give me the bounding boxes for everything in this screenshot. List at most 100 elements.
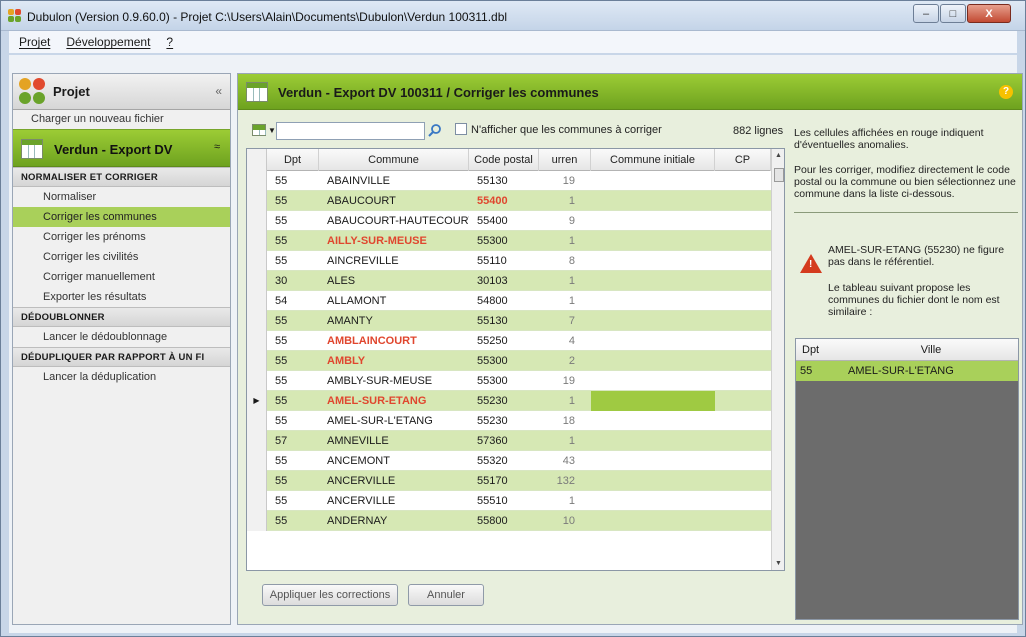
cell-commune-initiale[interactable] xyxy=(591,371,715,391)
cell-occurrences[interactable]: 18 xyxy=(539,411,591,431)
cell-cp-initial[interactable] xyxy=(715,451,771,471)
maximize-button[interactable]: □ xyxy=(940,4,966,23)
cell-commune[interactable]: AMBLAINCOURT xyxy=(319,331,469,351)
cell-commune-initiale[interactable] xyxy=(591,311,715,331)
col-occurrences[interactable]: urren xyxy=(539,149,591,171)
nav-lancer-dedoublonnage[interactable]: Lancer le dédoublonnage xyxy=(13,327,230,347)
row-selector[interactable] xyxy=(247,331,267,351)
cell-dpt[interactable]: 55 xyxy=(267,471,319,491)
cell-code-postal[interactable]: 55320 xyxy=(469,451,539,471)
cell-dpt[interactable]: 55 xyxy=(267,371,319,391)
row-selector[interactable] xyxy=(247,471,267,491)
apply-corrections-button[interactable]: Appliquer les corrections xyxy=(262,584,398,606)
cell-cp-initial[interactable] xyxy=(715,351,771,371)
nav-corriger-civilites[interactable]: Corriger les civilités xyxy=(13,247,230,267)
cell-occurrences[interactable]: 43 xyxy=(539,451,591,471)
row-selector[interactable] xyxy=(247,511,267,531)
menu-help[interactable]: ? xyxy=(160,33,179,51)
row-selector[interactable] xyxy=(247,351,267,371)
table-row[interactable]: 55 ABAINVILLE 55130 19 xyxy=(247,171,771,191)
cell-code-postal[interactable]: 55300 xyxy=(469,231,539,251)
cell-occurrences[interactable]: 19 xyxy=(539,171,591,191)
row-selector[interactable] xyxy=(247,451,267,471)
cancel-button[interactable]: Annuler xyxy=(408,584,484,606)
filter-checkbox-label[interactable]: N'afficher que les communes à corriger xyxy=(471,124,662,136)
cell-cp-initial[interactable] xyxy=(715,311,771,331)
row-selector[interactable] xyxy=(247,311,267,331)
cell-cp-initial[interactable] xyxy=(715,171,771,191)
cell-commune-initiale[interactable] xyxy=(591,451,715,471)
cell-cp-initial[interactable] xyxy=(715,271,771,291)
cell-dpt[interactable]: 55 xyxy=(267,451,319,471)
cell-occurrences[interactable]: 9 xyxy=(539,211,591,231)
table-scrollbar[interactable]: ▲ ▼ xyxy=(771,149,784,570)
cell-cp-initial[interactable] xyxy=(715,471,771,491)
cell-dpt[interactable]: 55 xyxy=(267,491,319,511)
cell-commune[interactable]: AMBLY-SUR-MEUSE xyxy=(319,371,469,391)
scroll-down-icon[interactable]: ▼ xyxy=(775,560,782,567)
table-row[interactable]: 55 AMBLAINCOURT 55250 4 xyxy=(247,331,771,351)
cell-cp-initial[interactable] xyxy=(715,491,771,511)
minimize-button[interactable]: – xyxy=(913,4,939,23)
cell-cp-initial[interactable] xyxy=(715,371,771,391)
suggestion-row[interactable]: 55 AMEL-SUR-L'ETANG xyxy=(796,361,1018,381)
cell-code-postal[interactable]: 55800 xyxy=(469,511,539,531)
cell-code-postal[interactable]: 55230 xyxy=(469,411,539,431)
row-selector[interactable]: ▶ xyxy=(247,391,267,411)
cell-cp-initial[interactable] xyxy=(715,511,771,531)
table-row[interactable]: 30 ALES 30103 1 xyxy=(247,271,771,291)
cell-cp-initial[interactable] xyxy=(715,291,771,311)
cell-dpt[interactable]: 30 xyxy=(267,271,319,291)
cell-occurrences[interactable]: 1 xyxy=(539,191,591,211)
cell-commune-initiale[interactable] xyxy=(591,331,715,351)
nav-lancer-deduplication[interactable]: Lancer la déduplication xyxy=(13,367,230,387)
table-row[interactable]: 55 ANCERVILLE 55170 132 xyxy=(247,471,771,491)
cell-dpt[interactable]: 55 xyxy=(267,411,319,431)
cell-commune-initiale[interactable] xyxy=(591,411,715,431)
cell-commune-initiale[interactable] xyxy=(591,291,715,311)
cell-commune-initiale[interactable] xyxy=(591,171,715,191)
cell-commune-initiale[interactable] xyxy=(591,271,715,291)
cell-commune[interactable]: ABAINVILLE xyxy=(319,171,469,191)
table-row[interactable]: 55 AMBLY 55300 2 xyxy=(247,351,771,371)
sugg-col-dpt[interactable]: Dpt xyxy=(796,339,844,360)
cell-commune-initiale[interactable] xyxy=(591,251,715,271)
table-row[interactable]: 55 AMBLY-SUR-MEUSE 55300 19 xyxy=(247,371,771,391)
col-code-postal[interactable]: Code postal xyxy=(469,149,539,171)
cell-occurrences[interactable]: 1 xyxy=(539,271,591,291)
sugg-col-ville[interactable]: Ville xyxy=(844,339,1018,360)
cell-occurrences[interactable]: 1 xyxy=(539,291,591,311)
table-row[interactable]: 55 ANDERNAY 55800 10 xyxy=(247,511,771,531)
cell-code-postal[interactable]: 57360 xyxy=(469,431,539,451)
cell-cp-initial[interactable] xyxy=(715,251,771,271)
cell-cp-initial[interactable] xyxy=(715,431,771,451)
cell-code-postal[interactable]: 54800 xyxy=(469,291,539,311)
cell-code-postal[interactable]: 55510 xyxy=(469,491,539,511)
cell-commune[interactable]: ALLAMONT xyxy=(319,291,469,311)
cell-commune[interactable]: ALES xyxy=(319,271,469,291)
table-row[interactable]: 55 AMANTY 55130 7 xyxy=(247,311,771,331)
cell-dpt[interactable]: 57 xyxy=(267,431,319,451)
row-selector[interactable] xyxy=(247,291,267,311)
cell-commune-initiale[interactable] xyxy=(591,231,715,251)
cell-occurrences[interactable]: 1 xyxy=(539,431,591,451)
cell-code-postal[interactable]: 55230 xyxy=(469,391,539,411)
cell-code-postal[interactable]: 55130 xyxy=(469,311,539,331)
cell-dpt[interactable]: 55 xyxy=(267,391,319,411)
cell-dpt[interactable]: 55 xyxy=(267,191,319,211)
col-commune[interactable]: Commune xyxy=(319,149,469,171)
cell-code-postal[interactable]: 55300 xyxy=(469,371,539,391)
cell-cp-initial[interactable] xyxy=(715,411,771,431)
menu-developpement[interactable]: Développement xyxy=(60,33,156,51)
cell-dpt[interactable]: 55 xyxy=(267,311,319,331)
nav-corriger-manuellement[interactable]: Corriger manuellement xyxy=(13,267,230,287)
scroll-up-icon[interactable]: ▲ xyxy=(775,152,782,159)
row-selector[interactable] xyxy=(247,411,267,431)
nav-corriger-communes[interactable]: Corriger les communes xyxy=(13,207,230,227)
table-row[interactable]: 55 AMEL-SUR-L'ETANG 55230 18 xyxy=(247,411,771,431)
col-dpt[interactable]: Dpt xyxy=(267,149,319,171)
cell-code-postal[interactable]: 55110 xyxy=(469,251,539,271)
cell-dpt[interactable]: 54 xyxy=(267,291,319,311)
cell-occurrences[interactable]: 2 xyxy=(539,351,591,371)
table-row[interactable]: 57 AMNEVILLE 57360 1 xyxy=(247,431,771,451)
